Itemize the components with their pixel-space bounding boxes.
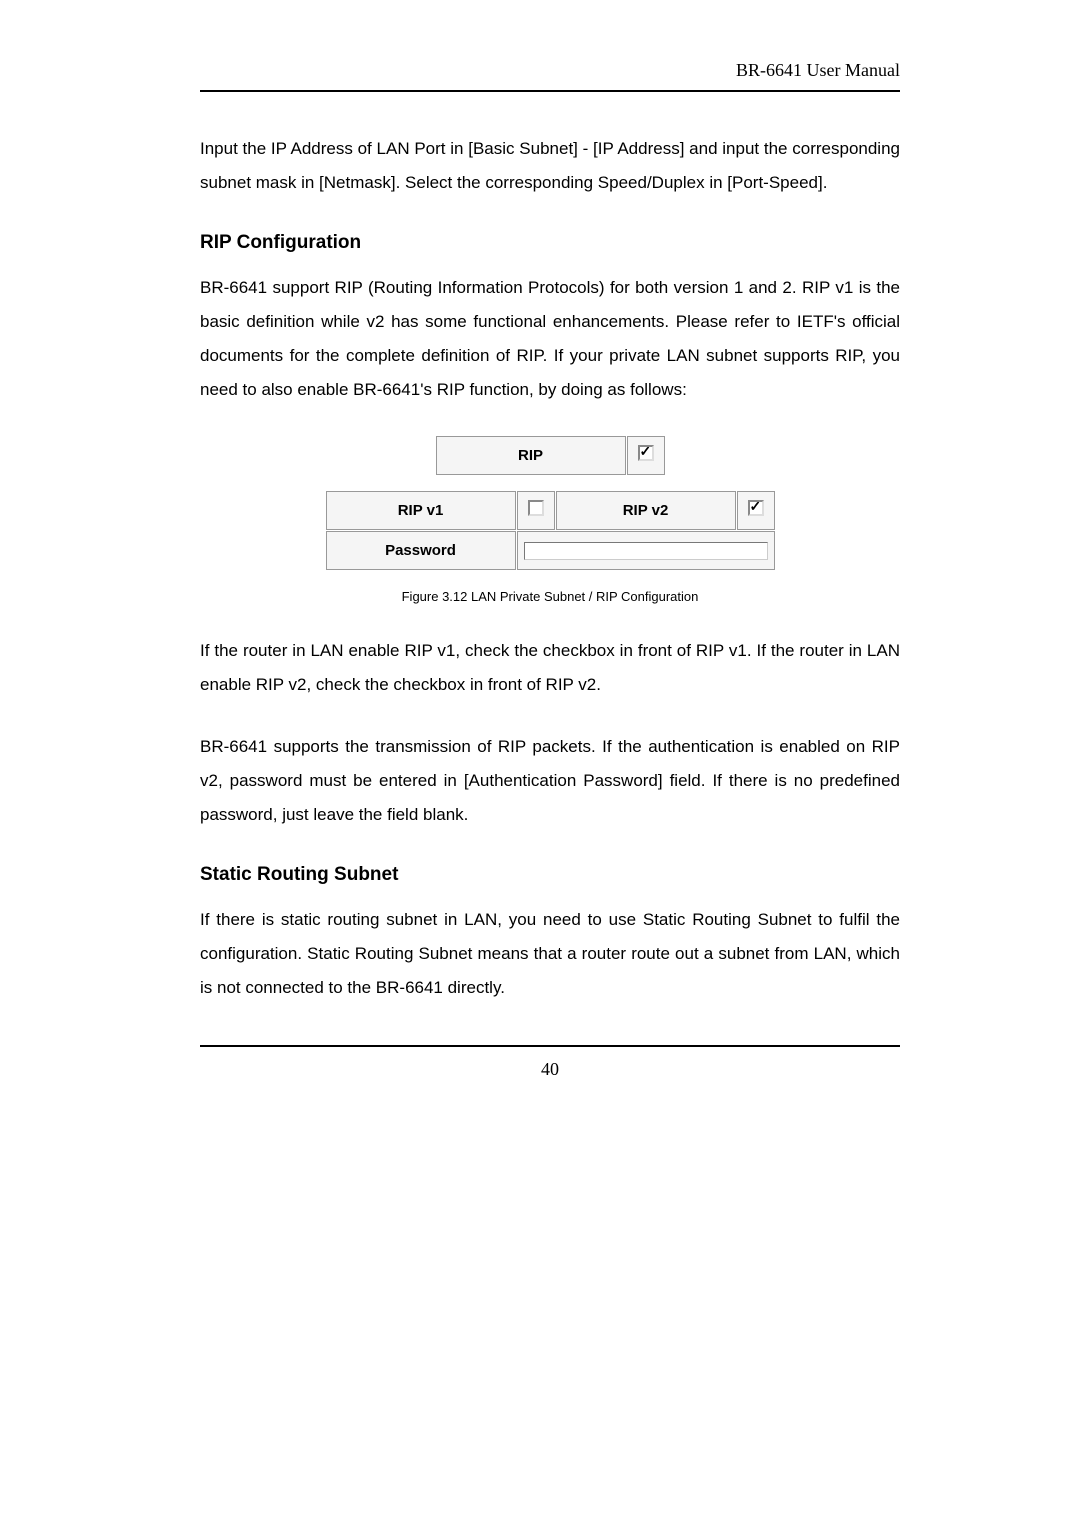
- rip-version-table: RIP v1 RIP v2 Password: [325, 490, 776, 571]
- rip-post-paragraph-1: If the router in LAN enable RIP v1, chec…: [200, 634, 900, 702]
- rip-version-container: RIP v1 RIP v2 Password: [200, 490, 900, 571]
- ripv2-checkbox[interactable]: [748, 500, 764, 516]
- static-routing-paragraph: If there is static routing subnet in LAN…: [200, 903, 900, 1005]
- figure-caption: Figure 3.12 LAN Private Subnet / RIP Con…: [200, 589, 900, 604]
- rip-label: RIP: [436, 436, 626, 475]
- page-header: BR-6641 User Manual: [200, 60, 900, 92]
- static-routing-heading: Static Routing Subnet: [200, 864, 900, 886]
- ripv2-label: RIP v2: [556, 491, 736, 530]
- rip-checkbox-cell: [627, 436, 665, 475]
- page-number: 40: [541, 1059, 559, 1079]
- rip-config-heading: RIP Configuration: [200, 232, 900, 254]
- rip-form-container: RIP: [200, 435, 900, 476]
- ripv1-checkbox-cell: [517, 491, 555, 530]
- password-input[interactable]: [524, 542, 768, 560]
- intro-paragraph: Input the IP Address of LAN Port in [Bas…: [200, 132, 900, 200]
- ripv2-checkbox-cell: [737, 491, 775, 530]
- ripv1-checkbox[interactable]: [528, 500, 544, 516]
- rip-config-paragraph: BR-6641 support RIP (Routing Information…: [200, 271, 900, 407]
- rip-post-paragraph-2: BR-6641 supports the transmission of RIP…: [200, 730, 900, 832]
- ripv1-label: RIP v1: [326, 491, 516, 530]
- page-footer: 40: [200, 1045, 900, 1080]
- rip-checkbox[interactable]: [638, 445, 654, 461]
- manual-title: BR-6641 User Manual: [736, 60, 900, 81]
- rip-form-table: RIP: [435, 435, 666, 476]
- password-cell: [517, 531, 775, 570]
- password-label: Password: [326, 531, 516, 570]
